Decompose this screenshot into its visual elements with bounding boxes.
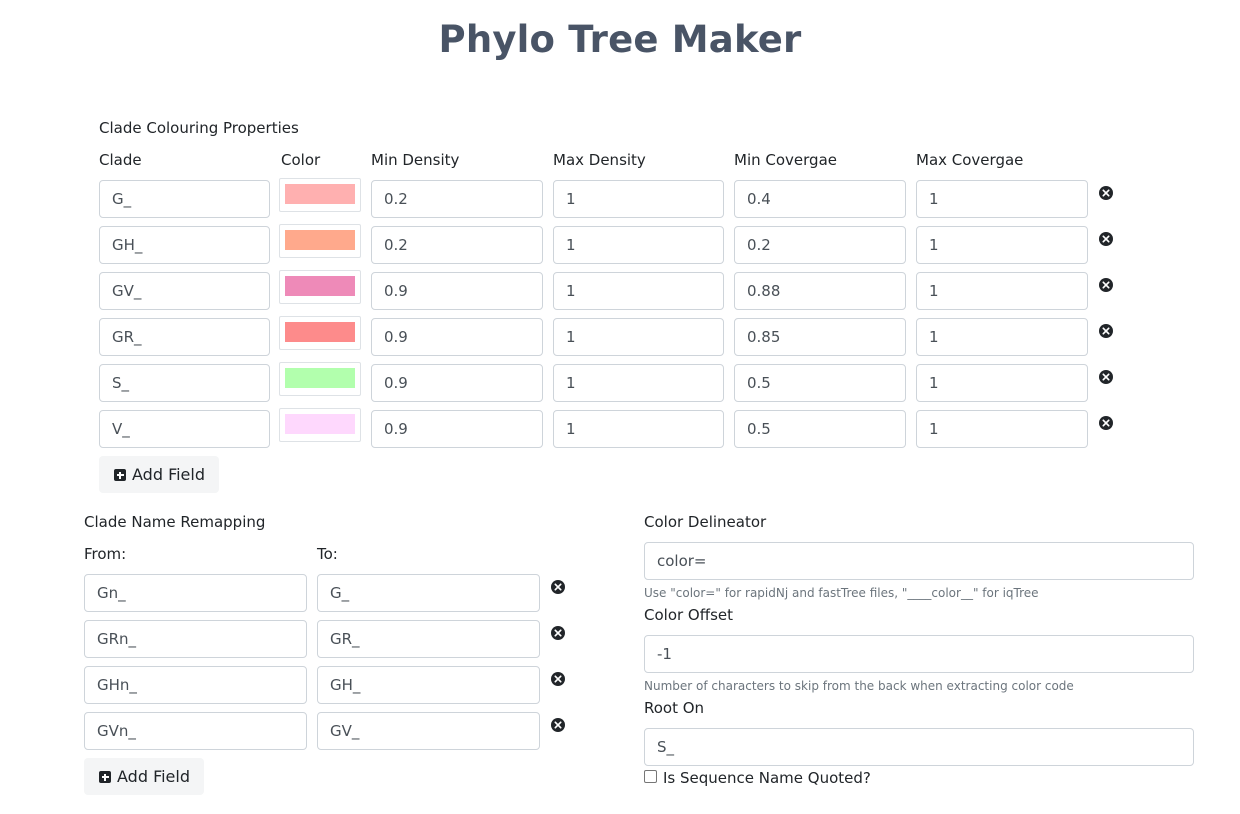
- min-coverage-input[interactable]: 0.4: [734, 180, 906, 218]
- color-column-header: Color: [281, 151, 321, 169]
- min-density-input[interactable]: 0.9: [371, 410, 543, 448]
- remap-from-input[interactable]: Gn_: [84, 574, 307, 612]
- quoted-checkbox-label[interactable]: Is Sequence Name Quoted?: [663, 769, 871, 787]
- color-picker[interactable]: [279, 316, 361, 350]
- color-picker[interactable]: [279, 270, 361, 304]
- max-density-input[interactable]: 1: [553, 272, 724, 310]
- min-coverage-column-header: Min Covergae: [734, 151, 837, 169]
- color-swatch: [285, 368, 355, 388]
- color-swatch: [285, 414, 355, 434]
- root-on-input[interactable]: S_: [644, 728, 1194, 766]
- remap-to-input[interactable]: GV_: [317, 712, 540, 750]
- remove-row-icon[interactable]: [1099, 416, 1113, 430]
- add-clade-field-label: Add Field: [132, 465, 205, 484]
- color-offset-help: Number of characters to skip from the ba…: [644, 679, 1074, 693]
- min-coverage-input[interactable]: 0.2: [734, 226, 906, 264]
- color-swatch: [285, 322, 355, 342]
- max-density-input[interactable]: 1: [553, 364, 724, 402]
- to-column-header: To:: [317, 545, 338, 563]
- max-density-input[interactable]: 1: [553, 410, 724, 448]
- remap-to-input[interactable]: GH_: [317, 666, 540, 704]
- max-density-input[interactable]: 1: [553, 180, 724, 218]
- remove-row-icon[interactable]: [551, 580, 565, 594]
- min-coverage-input[interactable]: 0.85: [734, 318, 906, 356]
- max-coverage-column-header: Max Covergae: [916, 151, 1024, 169]
- max-coverage-input[interactable]: 1: [916, 180, 1088, 218]
- clade-input[interactable]: GR_: [99, 318, 270, 356]
- remap-from-input[interactable]: GVn_: [84, 712, 307, 750]
- remap-to-input[interactable]: G_: [317, 574, 540, 612]
- add-remap-field-button[interactable]: Add Field: [84, 758, 204, 795]
- color-swatch: [285, 184, 355, 204]
- max-coverage-input[interactable]: 1: [916, 410, 1088, 448]
- color-picker[interactable]: [279, 224, 361, 258]
- remap-from-input[interactable]: GRn_: [84, 620, 307, 658]
- clade-colouring-heading: Clade Colouring Properties: [99, 119, 299, 137]
- min-coverage-input[interactable]: 0.5: [734, 364, 906, 402]
- color-picker[interactable]: [279, 362, 361, 396]
- max-coverage-input[interactable]: 1: [916, 318, 1088, 356]
- clade-input[interactable]: G_: [99, 180, 270, 218]
- min-density-input[interactable]: 0.9: [371, 318, 543, 356]
- remove-row-icon[interactable]: [551, 626, 565, 640]
- max-coverage-input[interactable]: 1: [916, 272, 1088, 310]
- min-coverage-input[interactable]: 0.5: [734, 410, 906, 448]
- color-delineator-help: Use "color=" for rapidNj and fastTree fi…: [644, 586, 1039, 600]
- color-delineator-label: Color Delineator: [644, 513, 767, 531]
- page-title: Phylo Tree Maker: [438, 18, 802, 61]
- color-picker[interactable]: [279, 408, 361, 442]
- clade-input[interactable]: S_: [99, 364, 270, 402]
- max-coverage-input[interactable]: 1: [916, 226, 1088, 264]
- min-coverage-input[interactable]: 0.88: [734, 272, 906, 310]
- min-density-column-header: Min Density: [371, 151, 460, 169]
- max-density-column-header: Max Density: [553, 151, 646, 169]
- clade-input[interactable]: V_: [99, 410, 270, 448]
- remove-row-icon[interactable]: [1099, 232, 1113, 246]
- root-on-label: Root On: [644, 699, 705, 717]
- plus-square-icon: [99, 771, 111, 783]
- color-swatch: [285, 230, 355, 250]
- remove-row-icon[interactable]: [1099, 278, 1113, 292]
- from-column-header: From:: [84, 545, 127, 563]
- remove-row-icon[interactable]: [1099, 370, 1113, 384]
- add-remap-field-label: Add Field: [117, 767, 190, 786]
- remove-row-icon[interactable]: [1099, 324, 1113, 338]
- add-clade-field-button[interactable]: Add Field: [99, 456, 219, 493]
- clade-input[interactable]: GV_: [99, 272, 270, 310]
- remove-row-icon[interactable]: [551, 672, 565, 686]
- color-swatch: [285, 276, 355, 296]
- clade-column-header: Clade: [99, 151, 142, 169]
- remap-to-input[interactable]: GR_: [317, 620, 540, 658]
- min-density-input[interactable]: 0.9: [371, 272, 543, 310]
- remove-row-icon[interactable]: [1099, 186, 1113, 200]
- min-density-input[interactable]: 0.2: [371, 226, 543, 264]
- remapping-heading: Clade Name Remapping: [84, 513, 266, 531]
- max-density-input[interactable]: 1: [553, 226, 724, 264]
- remove-row-icon[interactable]: [551, 718, 565, 732]
- quoted-checkbox[interactable]: [644, 770, 657, 783]
- min-density-input[interactable]: 0.9: [371, 364, 543, 402]
- max-coverage-input[interactable]: 1: [916, 364, 1088, 402]
- plus-square-icon: [114, 469, 126, 481]
- color-offset-input[interactable]: -1: [644, 635, 1194, 673]
- max-density-input[interactable]: 1: [553, 318, 724, 356]
- color-offset-label: Color Offset: [644, 606, 733, 624]
- min-density-input[interactable]: 0.2: [371, 180, 543, 218]
- clade-input[interactable]: GH_: [99, 226, 270, 264]
- color-picker[interactable]: [279, 178, 361, 212]
- color-delineator-input[interactable]: color=: [644, 542, 1194, 580]
- remap-from-input[interactable]: GHn_: [84, 666, 307, 704]
